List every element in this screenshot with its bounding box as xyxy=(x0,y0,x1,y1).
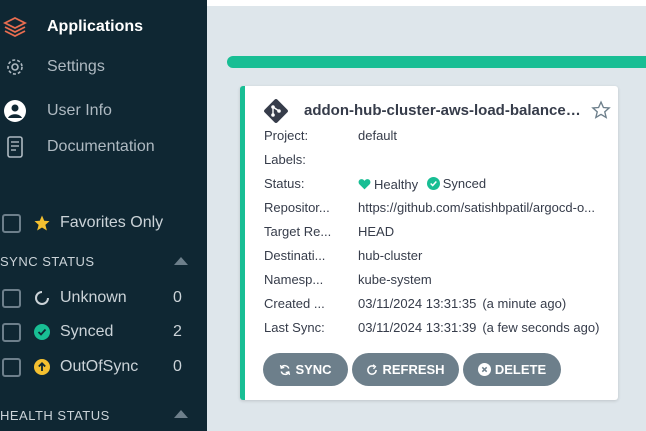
field-namespace: Namesp... kube-system xyxy=(264,272,614,292)
outofsync-label: OutOfSync xyxy=(60,358,139,375)
nav-documentation-label: Documentation xyxy=(47,138,155,155)
refresh-icon xyxy=(367,363,378,375)
top-bar xyxy=(207,0,646,6)
field-destination: Destinati... hub-cluster xyxy=(264,248,614,268)
field-value: kube-system xyxy=(358,272,432,287)
field-project: Project: default xyxy=(264,128,614,148)
sidebar: Applications Settings User Info Document… xyxy=(0,0,207,431)
refresh-button[interactable]: REFRESH xyxy=(352,353,459,386)
field-last-sync: Last Sync: 03/11/2024 13:31:39 (a few sec… xyxy=(264,320,614,340)
health-label: Healthy xyxy=(374,176,419,192)
sync-button[interactable]: SYNC xyxy=(263,353,348,386)
main-content: addon-hub-cluster-aws-load-balancer-... … xyxy=(207,0,646,431)
nav-user-info[interactable]: User Info xyxy=(0,93,207,129)
sync-filter-synced[interactable]: Synced 2 xyxy=(0,319,207,345)
field-label: Last Sync: xyxy=(264,320,325,335)
created-relative: (a minute ago) xyxy=(482,296,567,311)
times-circle-icon xyxy=(477,363,491,376)
field-label: Target Re... xyxy=(264,224,332,239)
field-repository: Repositor... https://github.com/satishbp… xyxy=(264,200,614,220)
health-status: Healthy xyxy=(358,177,418,192)
refresh-button-label: REFRESH xyxy=(382,362,445,377)
unknown-count: 0 xyxy=(173,289,182,306)
field-label: Repositor... xyxy=(264,200,330,215)
last-sync-relative: (a few seconds ago) xyxy=(482,320,600,335)
nav-user-info-label: User Info xyxy=(47,102,112,119)
field-label: Project: xyxy=(264,128,309,143)
sync-status: Synced xyxy=(426,176,487,191)
health-status-collapse-icon[interactable] xyxy=(174,410,188,418)
star-icon xyxy=(33,214,50,231)
synced-checkbox[interactable] xyxy=(2,322,21,342)
outofsync-count: 0 xyxy=(173,358,182,375)
git-icon xyxy=(263,98,289,124)
nav-documentation[interactable]: Documentation xyxy=(0,129,207,165)
nav-settings[interactable]: Settings xyxy=(0,49,207,85)
unknown-checkbox[interactable] xyxy=(2,288,21,308)
sync-progress-bar xyxy=(227,56,646,68)
check-circle-icon xyxy=(34,324,50,340)
favorites-label: Favorites Only xyxy=(60,214,164,231)
created-timestamp: 03/11/2024 13:31:35 xyxy=(358,296,477,311)
circle-notch-icon xyxy=(34,290,50,306)
nav-settings-label: Settings xyxy=(47,58,105,75)
outofsync-checkbox[interactable] xyxy=(2,357,21,377)
favorites-filter[interactable]: Favorites Only xyxy=(0,210,207,236)
layers-icon xyxy=(3,15,27,39)
user-circle-icon xyxy=(3,99,27,123)
arrow-up-circle-icon xyxy=(34,359,50,375)
book-icon xyxy=(3,135,27,159)
sync-filter-outofsync[interactable]: OutOfSync 0 xyxy=(0,354,207,380)
field-target-revision: Target Re... HEAD xyxy=(264,224,614,244)
field-value: hub-cluster xyxy=(358,248,423,263)
check-circle-icon xyxy=(426,177,440,190)
field-label: Destinati... xyxy=(264,248,326,263)
unknown-label: Unknown xyxy=(60,289,127,306)
delete-button[interactable]: DELETE xyxy=(463,353,561,386)
field-value: 03/11/2024 13:31:35 (a minute ago) xyxy=(358,296,614,311)
sync-status-title: SYNC STATUS xyxy=(0,254,95,269)
sync-label: Synced xyxy=(442,176,487,191)
field-value: https://github.com/satishbpatil/argocd-o… xyxy=(358,200,596,215)
field-label: Created ... xyxy=(264,296,325,311)
field-label: Namesp... xyxy=(264,272,324,287)
field-labels: Labels: xyxy=(264,152,614,172)
sync-status-collapse-icon[interactable] xyxy=(174,257,188,265)
heart-icon xyxy=(358,179,371,190)
sync-button-label: SYNC xyxy=(295,362,332,377)
synced-label: Synced xyxy=(60,323,114,340)
favorites-checkbox[interactable] xyxy=(2,213,21,233)
synced-count: 2 xyxy=(173,323,182,340)
field-value: 03/11/2024 13:31:39 (a few seconds ago) xyxy=(358,320,614,335)
sync-filter-unknown[interactable]: Unknown 0 xyxy=(0,285,207,311)
favorite-star-icon[interactable] xyxy=(591,100,611,120)
last-sync-timestamp: 03/11/2024 13:31:39 xyxy=(358,320,477,335)
nav-applications[interactable]: Applications xyxy=(0,9,207,45)
delete-button-label: DELETE xyxy=(494,362,547,377)
gears-icon xyxy=(3,55,27,79)
health-status-title: HEALTH STATUS xyxy=(0,408,110,423)
field-status: Status: Healthy Synced xyxy=(264,176,614,196)
application-card[interactable]: addon-hub-cluster-aws-load-balancer-... … xyxy=(240,86,618,400)
field-label: Labels: xyxy=(264,152,306,167)
field-value: HEAD xyxy=(358,224,395,239)
nav-applications-label: Applications xyxy=(47,18,144,35)
field-value: default xyxy=(358,128,398,143)
field-label: Status: xyxy=(264,176,305,191)
sync-icon xyxy=(280,364,291,375)
app-title[interactable]: addon-hub-cluster-aws-load-balancer-... xyxy=(304,102,584,119)
status-value: Healthy Synced xyxy=(358,176,614,193)
field-created: Created ... 03/11/2024 13:31:35 (a minute… xyxy=(264,296,614,316)
